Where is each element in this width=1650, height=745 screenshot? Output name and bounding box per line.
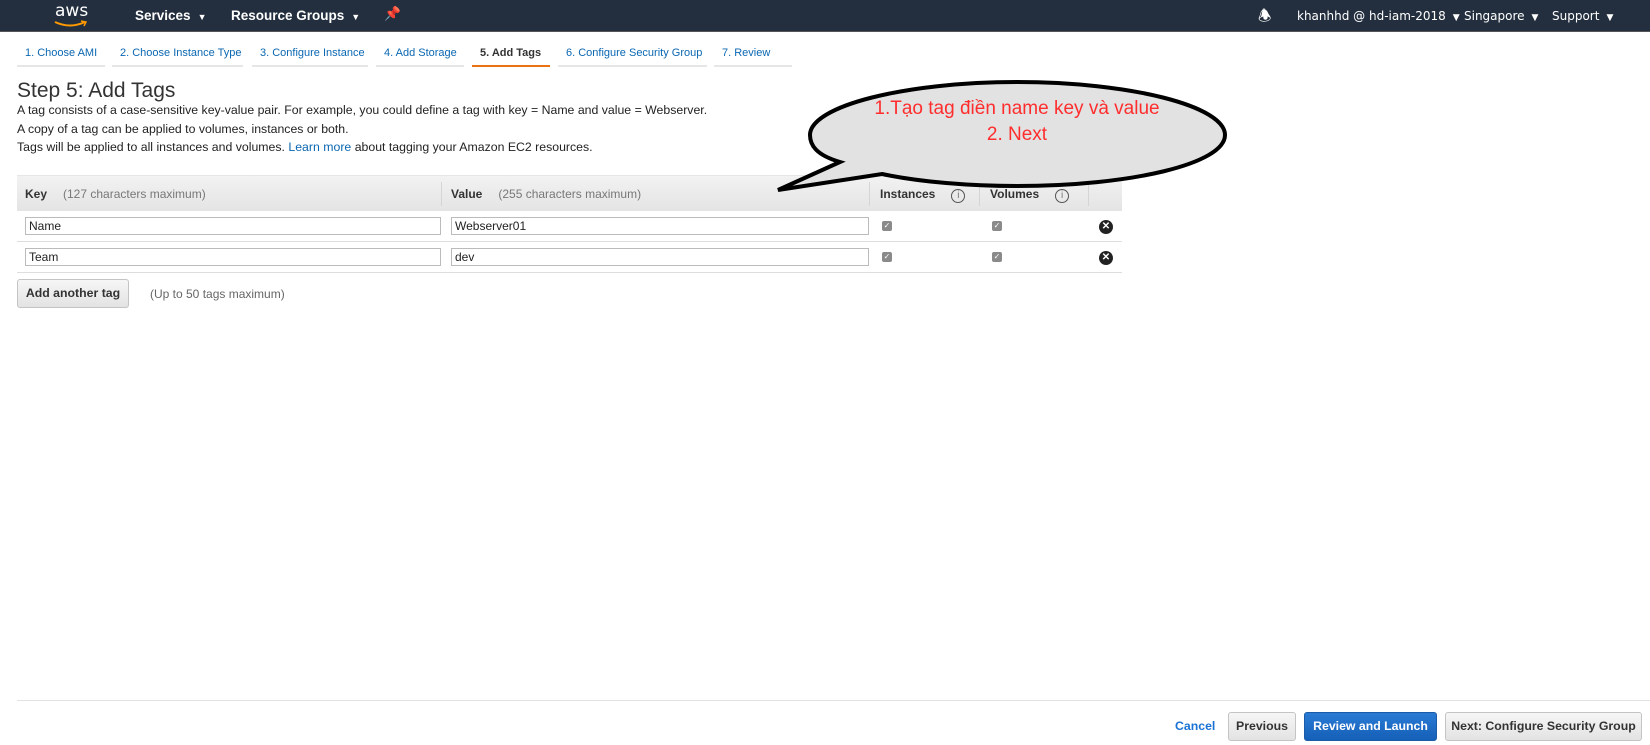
chevron-down-icon: ▼ bbox=[197, 12, 207, 22]
tag-limit-hint: (Up to 50 tags maximum) bbox=[150, 287, 285, 301]
tab-choose-ami[interactable]: 1. Choose AMI bbox=[17, 44, 105, 67]
pin-icon[interactable]: 📌 bbox=[384, 6, 401, 22]
logo-text: aws bbox=[55, 1, 89, 21]
chevron-down-icon: ▼ bbox=[1531, 13, 1539, 23]
annotation-line-1: 1.Tạo tag điền name key và value bbox=[874, 98, 1160, 119]
description-line-2: A copy of a tag can be applied to volume… bbox=[17, 122, 349, 136]
region-menu[interactable]: Singapore ▼ bbox=[1464, 9, 1538, 23]
tab-add-tags[interactable]: 5. Add Tags bbox=[472, 44, 550, 67]
line3-text-post: about tagging your Amazon EC2 resources. bbox=[354, 140, 593, 154]
aws-logo[interactable]: aws bbox=[54, 1, 89, 27]
tab-review[interactable]: 7. Review bbox=[714, 44, 792, 67]
resource-groups-menu[interactable]: Resource Groups ▼ bbox=[231, 8, 360, 23]
value-header: Value (255 characters maximum) bbox=[451, 187, 642, 201]
tag-value-input[interactable] bbox=[451, 217, 869, 235]
account-label: khanhhd @ hd-iam-2018 bbox=[1297, 9, 1446, 23]
volumes-checkbox[interactable]: ✓ bbox=[992, 252, 1002, 262]
chevron-down-icon: ▼ bbox=[1606, 13, 1614, 23]
footer-divider bbox=[17, 700, 1650, 701]
region-label: Singapore bbox=[1464, 9, 1525, 23]
tab-configure-instance[interactable]: 3. Configure Instance bbox=[252, 44, 368, 67]
cancel-link[interactable]: Cancel bbox=[1175, 719, 1215, 733]
previous-button[interactable]: Previous bbox=[1228, 712, 1296, 741]
support-label: Support bbox=[1552, 9, 1600, 23]
remove-tag-icon[interactable]: ✕ bbox=[1099, 220, 1113, 234]
page-title: Step 5: Add Tags bbox=[17, 79, 176, 102]
review-and-launch-button[interactable]: Review and Launch bbox=[1304, 712, 1437, 741]
line3-text: Tags will be applied to all instances an… bbox=[17, 140, 285, 154]
tab-configure-security-group[interactable]: 6. Configure Security Group bbox=[558, 44, 707, 67]
support-menu[interactable]: Support ▼ bbox=[1552, 9, 1613, 23]
resource-groups-label: Resource Groups bbox=[231, 8, 345, 23]
chevron-down-icon: ▼ bbox=[351, 12, 361, 22]
key-header: Key (127 characters maximum) bbox=[25, 187, 206, 201]
aws-smile-icon bbox=[54, 20, 88, 27]
chevron-down-icon: ▼ bbox=[1452, 13, 1460, 23]
top-nav: aws Services ▼ Resource Groups ▼ 📌 🕭 khanh… bbox=[0, 0, 1650, 32]
divider bbox=[441, 182, 442, 206]
account-menu[interactable]: khanhhd @ hd-iam-2018 ▼ bbox=[1297, 9, 1460, 23]
instances-checkbox[interactable]: ✓ bbox=[882, 252, 892, 262]
table-row: ✓ ✓ ✕ bbox=[17, 211, 1122, 242]
learn-more-link[interactable]: Learn more bbox=[288, 140, 351, 154]
add-another-tag-button[interactable]: Add another tag bbox=[17, 279, 129, 308]
services-menu[interactable]: Services ▼ bbox=[135, 8, 206, 23]
volumes-checkbox[interactable]: ✓ bbox=[992, 221, 1002, 231]
bell-icon[interactable]: 🕭 bbox=[1258, 6, 1271, 31]
description-line-1: A tag consists of a case-sensitive key-v… bbox=[17, 103, 708, 117]
tag-value-input[interactable] bbox=[451, 248, 869, 266]
remove-tag-icon[interactable]: ✕ bbox=[1099, 251, 1113, 265]
tab-choose-instance-type[interactable]: 2. Choose Instance Type bbox=[112, 44, 243, 67]
annotation-line-2: 2. Next bbox=[986, 124, 1048, 145]
tag-key-input[interactable] bbox=[25, 217, 441, 235]
tab-add-storage[interactable]: 4. Add Storage bbox=[376, 44, 464, 67]
description-line-3: Tags will be applied to all instances an… bbox=[17, 140, 593, 154]
tag-key-input[interactable] bbox=[25, 248, 441, 266]
instances-checkbox[interactable]: ✓ bbox=[882, 221, 892, 231]
next-configure-security-group-button[interactable]: Next: Configure Security Group bbox=[1445, 712, 1642, 741]
table-row: ✓ ✓ ✕ bbox=[17, 242, 1122, 273]
services-label: Services bbox=[135, 8, 191, 23]
